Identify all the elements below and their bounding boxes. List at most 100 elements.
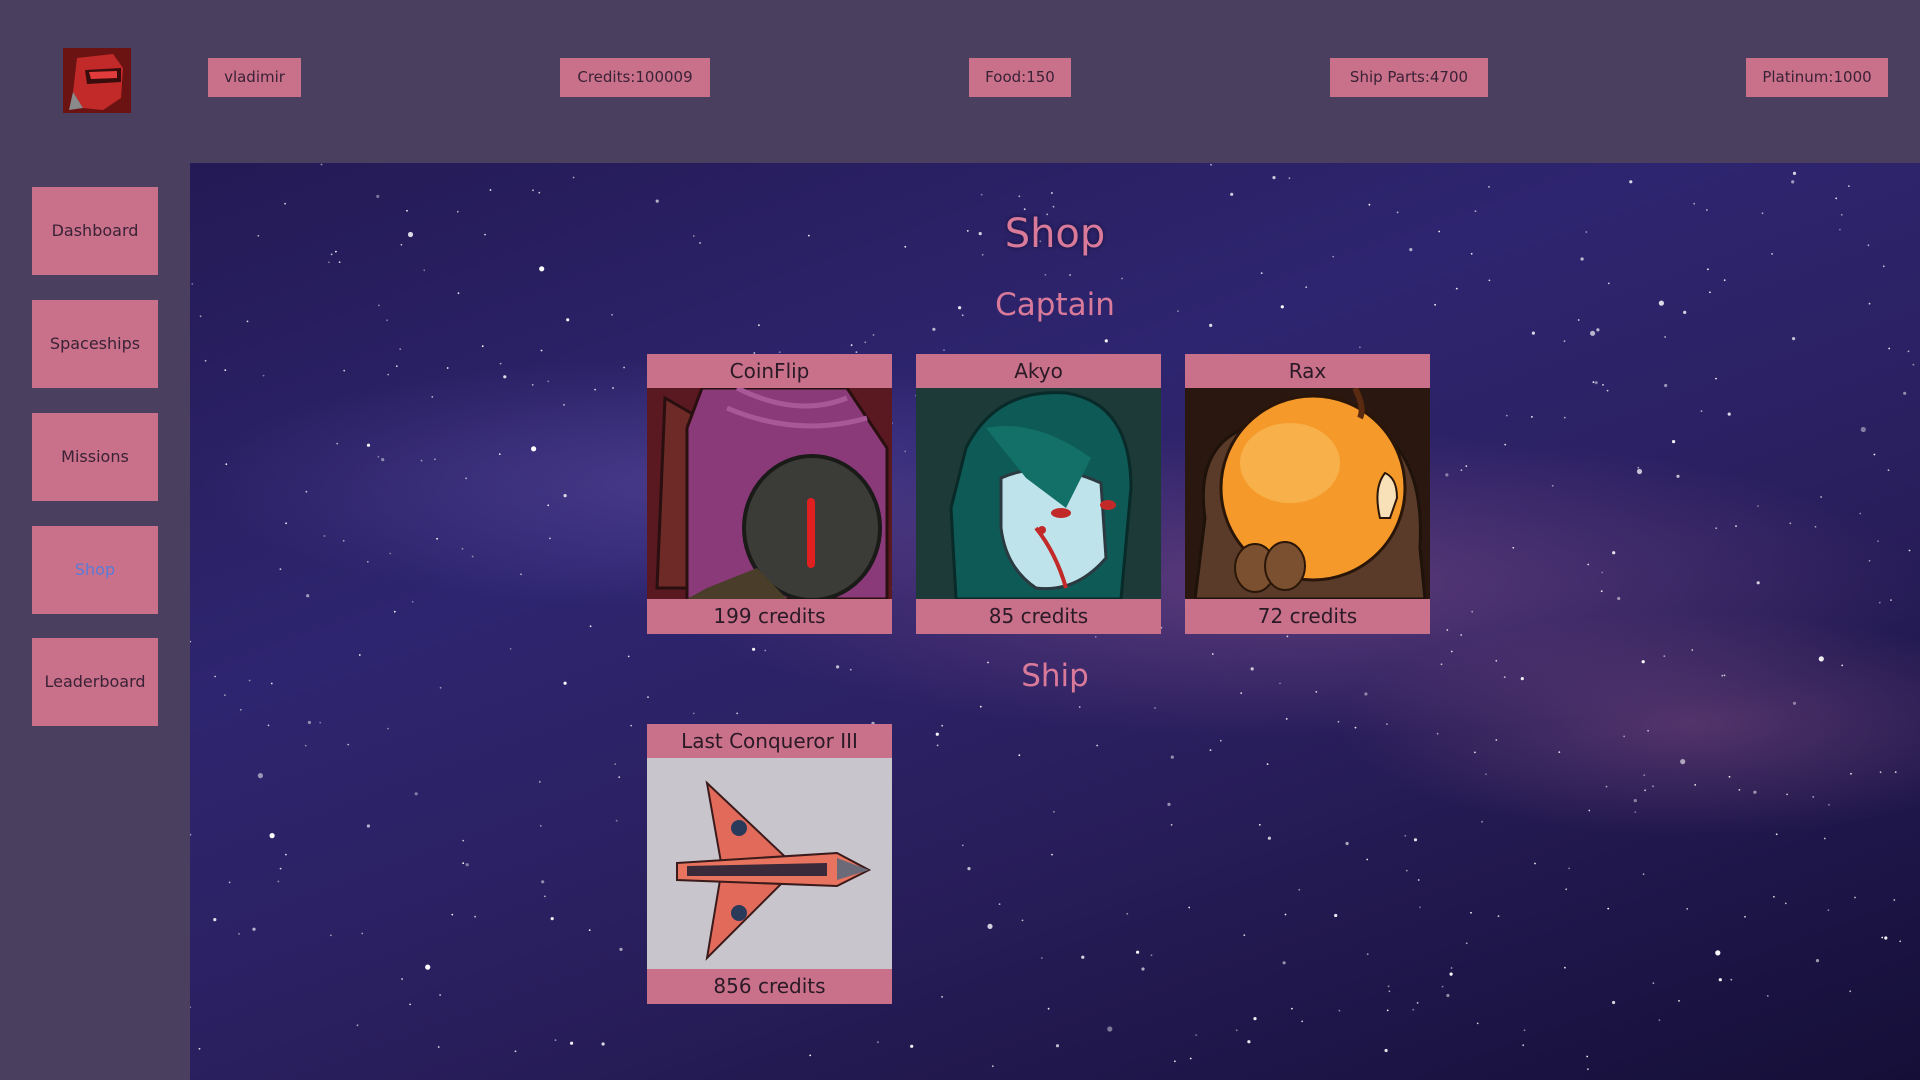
star [1792,701,1797,705]
card-image [647,388,892,599]
star [307,720,311,725]
star [1465,942,1468,945]
star [1531,416,1533,418]
star [588,929,591,931]
star [409,1003,411,1006]
star [967,867,971,871]
ship-card-last-conqueror[interactable]: Last Conqueror III 856 credits [647,724,892,1004]
star [1634,811,1637,813]
star [764,649,767,652]
star [1243,934,1246,937]
star [1417,879,1420,881]
star [532,189,534,192]
star [389,552,392,555]
star [1594,381,1598,385]
star [366,560,369,563]
star [1637,466,1640,469]
star [1849,990,1852,993]
star [431,396,434,398]
star [1094,636,1097,638]
star [439,994,441,996]
star [1078,706,1081,708]
star [1789,522,1792,525]
star [1848,185,1850,187]
star [1672,440,1676,444]
star [1586,1055,1589,1058]
star [1386,1009,1389,1012]
star [630,724,633,727]
star [387,727,389,730]
star [343,369,346,372]
nav-spaceships-button[interactable]: Spaceships [32,300,158,388]
star [1047,1007,1050,1010]
star [1564,966,1566,969]
star [1044,273,1047,276]
card-image [647,758,892,969]
star [1753,790,1757,794]
star [549,537,551,540]
star [1136,950,1140,954]
star [446,367,449,369]
star [1629,180,1633,184]
star [1558,751,1561,753]
star [1445,473,1449,477]
star [423,269,426,272]
star [1272,176,1276,180]
star [1051,853,1053,856]
star [1744,915,1746,918]
star [1534,862,1536,865]
star [1154,707,1156,709]
star [980,193,983,196]
star [1893,899,1896,901]
nav-missions-button[interactable]: Missions [32,413,158,501]
user-avatar[interactable] [63,48,131,113]
star [1104,339,1108,343]
star [614,763,617,765]
star [257,773,263,779]
star [1903,391,1907,395]
star [539,266,545,272]
star [1219,739,1222,742]
nav-shop-button[interactable]: Shop [32,526,158,614]
captain-card-coinflip[interactable]: CoinFlip 199 credits [647,354,892,634]
nav-leaderboard-button[interactable]: Leaderboard [32,638,158,726]
star [1602,384,1604,386]
star [1693,202,1696,205]
star [1694,784,1697,786]
star [601,1042,605,1046]
star [872,334,875,336]
star [366,824,370,828]
star [471,555,474,558]
star [461,547,464,550]
star [1686,908,1689,910]
card-name: Last Conqueror III [681,729,858,753]
star [539,825,542,827]
star [319,721,322,724]
captain-card-akyo[interactable]: Akyo 85 credits [916,354,1161,634]
star [1605,785,1608,788]
star [736,712,739,715]
nav-dashboard-button[interactable]: Dashboard [32,187,158,275]
star [347,743,350,746]
star [252,927,256,931]
star [1766,995,1769,997]
star [323,535,326,537]
star [1354,726,1357,729]
star [589,625,592,628]
star [1718,978,1722,982]
star [1298,888,1301,891]
star [1568,867,1570,870]
star [342,539,345,542]
star [979,705,982,708]
orange-helmet-portrait-icon [1185,388,1430,599]
star [998,903,1001,905]
star [377,455,380,458]
star [1565,888,1568,891]
star [330,934,332,937]
star [1211,653,1214,655]
username-badge[interactable]: vladimir [208,58,301,97]
captain-card-rax[interactable]: Rax 72 credits [1185,354,1430,634]
star [1823,837,1826,840]
star [1053,810,1055,813]
star [361,932,364,935]
